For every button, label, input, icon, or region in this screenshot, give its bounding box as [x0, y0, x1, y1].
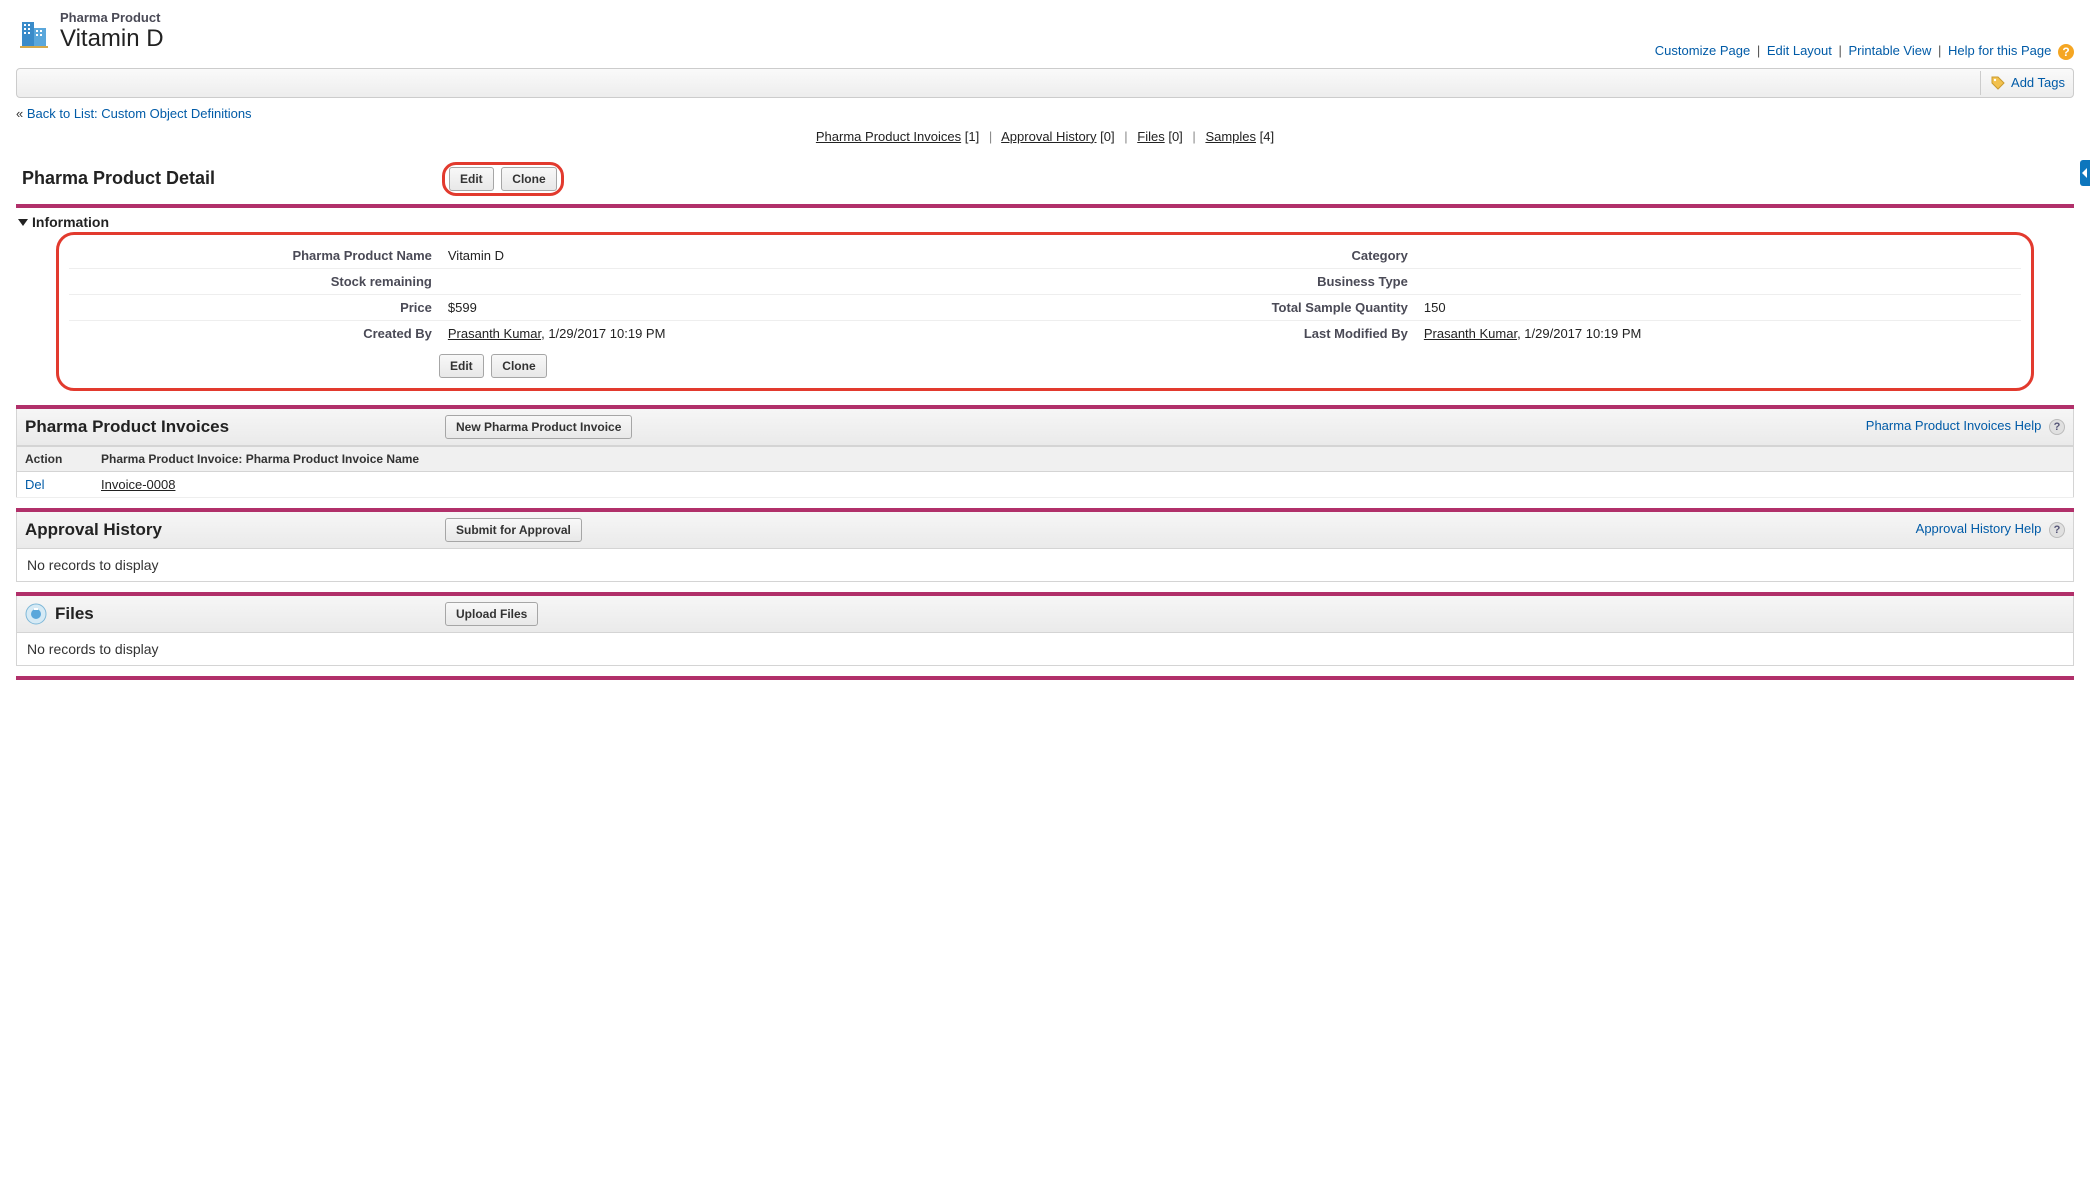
field-value-modified: Prasanth Kumar, 1/29/2017 10:19 PM — [1416, 320, 2021, 346]
help-icon[interactable]: ? — [2058, 44, 2074, 60]
related-approval-title: Approval History — [25, 520, 445, 540]
field-value-stock — [440, 268, 1045, 294]
tag-bar: Add Tags — [16, 68, 2074, 98]
related-invoices-section: Pharma Product Invoices New Pharma Produ… — [16, 405, 2074, 498]
help-icon[interactable]: ? — [2049, 419, 2065, 435]
clone-button-bottom[interactable]: Clone — [491, 354, 546, 378]
anchor-approval[interactable]: Approval History — [1001, 129, 1096, 144]
back-to-list-link[interactable]: Back to List: Custom Object Definitions — [27, 106, 252, 121]
approval-no-records: No records to display — [16, 549, 2074, 582]
detail-section-title: Pharma Product Detail — [22, 168, 442, 189]
related-approval-section: Approval History Submit for Approval App… — [16, 508, 2074, 582]
object-type-label: Pharma Product — [60, 10, 164, 25]
highlight-detail-block: Pharma Product Name Vitamin D Category S… — [56, 232, 2034, 391]
related-files-title: Files — [55, 604, 94, 624]
delete-link[interactable]: Del — [25, 477, 45, 492]
field-label-price: Price — [69, 294, 440, 320]
back-link-row: « Back to List: Custom Object Definition… — [16, 106, 2074, 121]
created-by-user-link[interactable]: Prasanth Kumar — [448, 326, 541, 341]
approval-help-link[interactable]: Approval History Help — [1916, 521, 2042, 536]
field-value-biztype — [1416, 268, 2021, 294]
edit-button[interactable]: Edit — [449, 167, 494, 191]
field-label-created: Created By — [69, 320, 440, 346]
collapse-icon — [18, 219, 28, 226]
field-label-stock: Stock remaining — [69, 268, 440, 294]
invoices-table: Action Pharma Product Invoice: Pharma Pr… — [16, 446, 2074, 498]
record-name: Vitamin D — [60, 25, 164, 53]
related-files-section: Files Upload Files No records to display — [16, 592, 2074, 666]
clone-button[interactable]: Clone — [501, 167, 556, 191]
field-label-tsq: Total Sample Quantity — [1045, 294, 1416, 320]
related-invoices-header: Pharma Product Invoices New Pharma Produ… — [16, 409, 2074, 446]
new-invoice-button[interactable]: New Pharma Product Invoice — [445, 415, 632, 439]
field-value-price: $599 — [440, 294, 1045, 320]
col-invoice-name: Pharma Product Invoice: Pharma Product I… — [93, 446, 2074, 471]
highlight-edit-clone: Edit Clone — [442, 162, 564, 196]
tag-icon — [1991, 76, 2005, 90]
submit-approval-button[interactable]: Submit for Approval — [445, 518, 582, 542]
anchor-files[interactable]: Files — [1137, 129, 1164, 144]
field-label-biztype: Business Type — [1045, 268, 1416, 294]
detail-table: Pharma Product Name Vitamin D Category S… — [69, 243, 2021, 346]
related-approval-header: Approval History Submit for Approval App… — [16, 512, 2074, 549]
files-icon — [25, 603, 47, 625]
files-no-records: No records to display — [16, 633, 2074, 666]
modified-by-user-link[interactable]: Prasanth Kumar — [1424, 326, 1517, 341]
related-invoices-title: Pharma Product Invoices — [25, 417, 445, 437]
help-icon[interactable]: ? — [2049, 522, 2065, 538]
table-row: Del Invoice-0008 — [17, 471, 2074, 497]
header-text: Pharma Product Vitamin D — [60, 10, 164, 53]
related-samples-section-stub — [16, 676, 2074, 680]
field-label-name: Pharma Product Name — [69, 243, 440, 269]
col-action: Action — [17, 446, 94, 471]
detail-title-row: Pharma Product Detail Edit Clone — [16, 158, 2074, 204]
edit-button-bottom[interactable]: Edit — [439, 354, 484, 378]
customize-page-link[interactable]: Customize Page — [1655, 43, 1750, 58]
upload-files-button[interactable]: Upload Files — [445, 602, 538, 626]
side-expand-tab[interactable] — [2080, 160, 2090, 186]
related-anchor-links: Pharma Product Invoices [1] | Approval H… — [16, 129, 2074, 144]
field-label-modified: Last Modified By — [1045, 320, 1416, 346]
building-icon — [16, 14, 52, 50]
invoices-help-link[interactable]: Pharma Product Invoices Help — [1866, 418, 2042, 433]
anchor-samples[interactable]: Samples — [1205, 129, 1256, 144]
add-tags-link[interactable]: Add Tags — [2011, 75, 2065, 90]
field-value-name: Vitamin D — [440, 243, 1045, 269]
information-header[interactable]: Information — [16, 208, 2074, 234]
anchor-invoices[interactable]: Pharma Product Invoices — [816, 129, 961, 144]
field-value-category — [1416, 243, 2021, 269]
field-value-tsq: 150 — [1416, 294, 2021, 320]
detail-buttons-bottom: Edit Clone — [69, 346, 2021, 378]
edit-layout-link[interactable]: Edit Layout — [1767, 43, 1832, 58]
page-action-links: Customize Page | Edit Layout | Printable… — [16, 43, 2074, 60]
help-page-link[interactable]: Help for this Page — [1948, 43, 2051, 58]
related-files-header: Files Upload Files — [16, 596, 2074, 633]
invoice-record-link[interactable]: Invoice-0008 — [101, 477, 175, 492]
printable-view-link[interactable]: Printable View — [1849, 43, 1932, 58]
field-value-created: Prasanth Kumar, 1/29/2017 10:19 PM — [440, 320, 1045, 346]
field-label-category: Category — [1045, 243, 1416, 269]
